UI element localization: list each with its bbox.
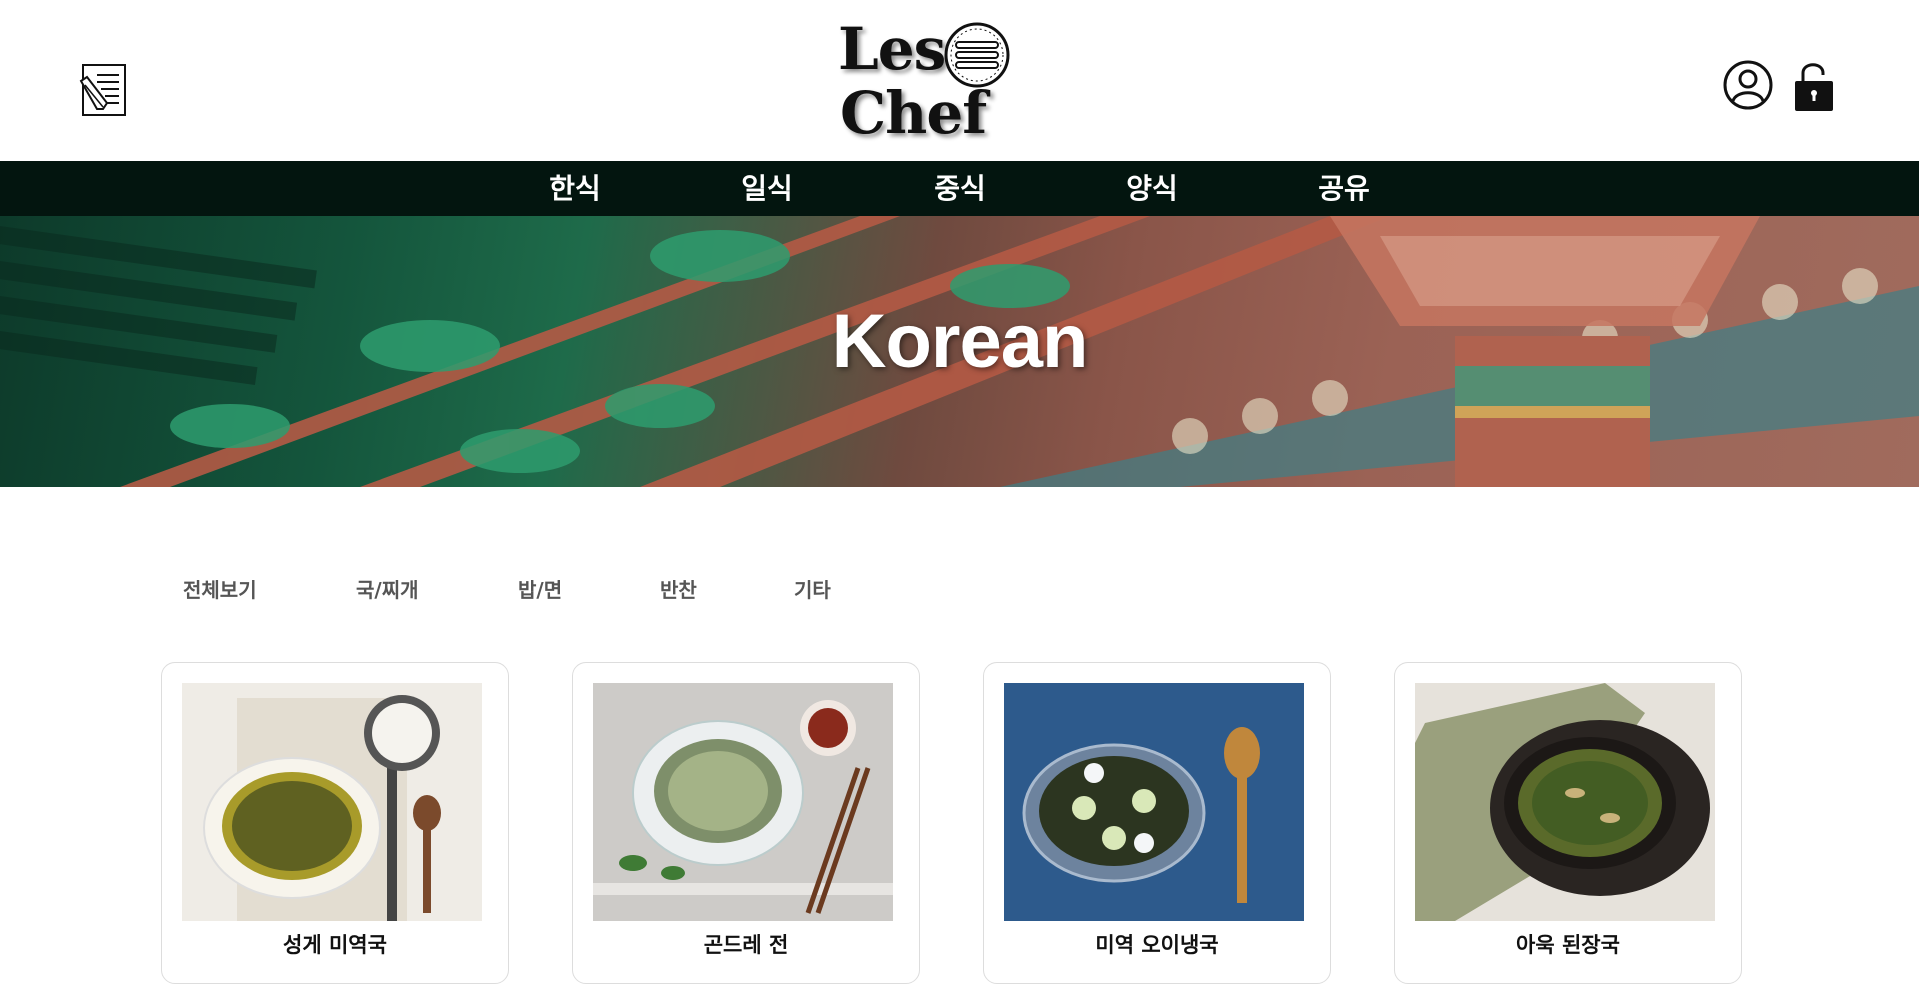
recipe-card[interactable]: 성게 미역국 (161, 662, 509, 984)
main-nav: 한식 일식 중식 양식 공유 (0, 161, 1919, 216)
nav-item-share[interactable]: 공유 (1289, 161, 1399, 216)
recipe-image (1004, 683, 1304, 921)
lock-icon[interactable] (1793, 59, 1835, 113)
logo-text-les: Les (838, 15, 946, 83)
recipe-title: 미역 오이냉국 (1095, 933, 1219, 957)
logo-text-chef: Chef (840, 79, 987, 147)
plate-emblem-icon (944, 22, 1010, 88)
recipe-note-icon[interactable] (79, 63, 129, 117)
category-tab-all[interactable]: 전체보기 (183, 574, 257, 603)
nav-item-korean[interactable]: 한식 (520, 161, 630, 216)
user-icon[interactable] (1722, 59, 1774, 111)
recipe-title: 아욱 된장국 (1516, 933, 1620, 957)
hero-banner: Korean (0, 216, 1919, 487)
recipe-image (182, 683, 482, 921)
nav-item-chinese[interactable]: 중식 (905, 161, 1015, 216)
recipe-card[interactable]: 곤드레 전 (572, 662, 920, 984)
recipe-image (593, 683, 893, 921)
recipe-title: 곤드레 전 (703, 933, 789, 957)
site-logo[interactable]: Les Chef (838, 18, 1012, 142)
category-tab-rice-noodle[interactable]: 밥/면 (518, 574, 562, 603)
recipe-card[interactable]: 아욱 된장국 (1394, 662, 1742, 984)
nav-item-japanese[interactable]: 일식 (712, 161, 822, 216)
site-header: Les Chef (0, 0, 1919, 161)
category-tab-soup-stew[interactable]: 국/찌개 (356, 574, 419, 603)
hero-title: Korean (831, 299, 1089, 384)
recipe-image (1415, 683, 1715, 921)
category-tab-side-dish[interactable]: 반찬 (660, 574, 697, 603)
recipe-title: 성게 미역국 (283, 933, 387, 957)
category-tab-etc[interactable]: 기타 (794, 574, 831, 603)
nav-item-western[interactable]: 양식 (1097, 161, 1207, 216)
recipe-card[interactable]: 미역 오이냉국 (983, 662, 1331, 984)
